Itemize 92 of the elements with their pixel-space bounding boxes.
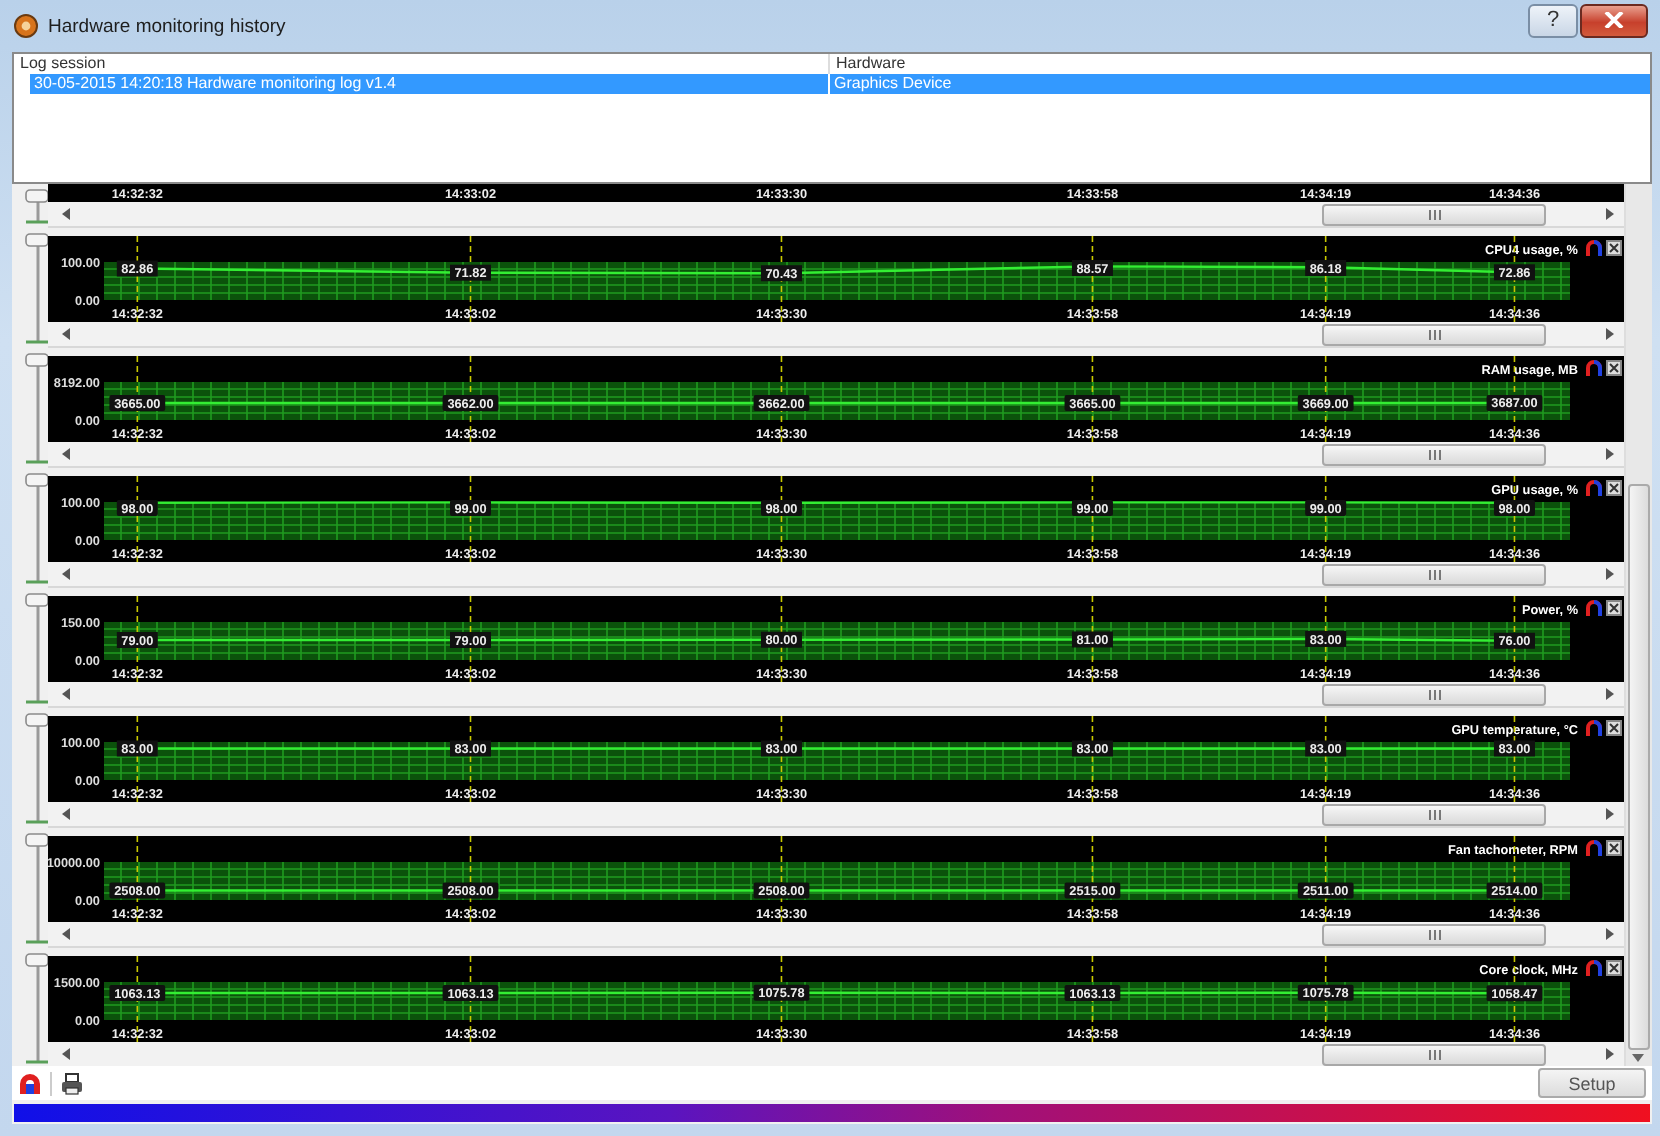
scroll-thumb[interactable] <box>1322 923 1546 945</box>
grid-line <box>469 956 472 1042</box>
vertical-scrollbar[interactable] <box>1624 184 1652 1066</box>
grip-icon <box>1427 329 1441 339</box>
grid-line <box>469 836 472 922</box>
grid-line <box>1513 236 1516 322</box>
grid-line <box>1091 236 1094 322</box>
grid-line <box>780 716 783 802</box>
horizontal-scrollbar[interactable] <box>48 442 1624 468</box>
grid-line <box>136 236 139 322</box>
grid-line <box>1091 836 1094 922</box>
horizontal-scrollbar[interactable] <box>48 802 1624 828</box>
magnet-icon[interactable] <box>18 1071 42 1095</box>
scroll-thumb[interactable] <box>1322 323 1546 345</box>
close-button[interactable] <box>1580 3 1648 37</box>
grid-line <box>1513 596 1516 682</box>
grip-icon <box>1427 1049 1441 1059</box>
magnet-icon[interactable] <box>1586 240 1602 256</box>
grid-line <box>1513 716 1516 802</box>
grid-line <box>780 356 783 442</box>
grid-line <box>1091 956 1094 1042</box>
close-icon[interactable] <box>1606 240 1622 256</box>
grid-line <box>136 836 139 922</box>
column-header[interactable]: Hardware <box>830 54 1650 74</box>
grip-icon <box>1427 809 1441 819</box>
grid-line <box>1324 836 1327 922</box>
scroll-thumb[interactable] <box>1322 1043 1546 1065</box>
grid-line <box>1091 476 1094 562</box>
magnet-icon[interactable] <box>1586 360 1602 376</box>
magnet-icon[interactable] <box>1586 960 1602 976</box>
horizontal-scrollbar[interactable] <box>48 922 1624 948</box>
grip-icon <box>1427 569 1441 579</box>
grid-line <box>469 236 472 322</box>
horizontal-scrollbar[interactable] <box>48 322 1624 348</box>
grid-line <box>780 956 783 1042</box>
grid-line <box>1513 476 1516 562</box>
grip-icon <box>1427 929 1441 939</box>
close-icon[interactable] <box>1606 840 1622 856</box>
window-title: Hardware monitoring history <box>48 15 288 37</box>
grid-line <box>469 596 472 682</box>
grid-line <box>1513 356 1516 442</box>
grid-line <box>136 596 139 682</box>
setup-button[interactable]: Setup <box>1538 1068 1646 1098</box>
magnet-icon[interactable] <box>1586 600 1602 616</box>
grid-line <box>469 356 472 442</box>
grid-line <box>136 356 139 442</box>
magnet-icon[interactable] <box>1586 480 1602 496</box>
grid-line <box>1091 596 1094 682</box>
grid-line <box>136 476 139 562</box>
grid-line <box>1324 716 1327 802</box>
close-icon[interactable] <box>1606 480 1622 496</box>
horizontal-scrollbar[interactable] <box>48 682 1624 708</box>
grid-line <box>1324 356 1327 442</box>
close-icon <box>1604 12 1624 28</box>
grid-line <box>1324 956 1327 1042</box>
scroll-thumb[interactable] <box>1322 563 1546 585</box>
close-icon[interactable] <box>1606 720 1622 736</box>
grid-line <box>1324 476 1327 562</box>
grid-line <box>1091 716 1094 802</box>
magnet-icon[interactable] <box>1586 840 1602 856</box>
table-cell-text: Graphics Device <box>832 74 954 94</box>
grid-line <box>136 716 139 802</box>
grid-line <box>136 956 139 1042</box>
grid-line <box>1324 236 1327 322</box>
app-icon <box>14 14 38 38</box>
close-icon[interactable] <box>1606 360 1622 376</box>
scroll-thumb[interactable] <box>1322 203 1546 225</box>
scroll-thumb[interactable] <box>1322 443 1546 465</box>
grid-line <box>1513 956 1516 1042</box>
grip-icon <box>1427 209 1441 219</box>
grid-line <box>780 236 783 322</box>
horizontal-scrollbar[interactable] <box>48 202 1624 228</box>
grid-line <box>469 476 472 562</box>
grid-line <box>780 836 783 922</box>
grip-icon <box>1427 449 1441 459</box>
grid-line <box>469 716 472 802</box>
grid-line <box>780 596 783 682</box>
help-button[interactable]: ? <box>1528 3 1578 37</box>
grid-line <box>1324 596 1327 682</box>
scroll-thumb[interactable] <box>1322 683 1546 705</box>
grip-icon <box>1427 689 1441 699</box>
horizontal-scrollbar[interactable] <box>48 562 1624 588</box>
close-icon[interactable] <box>1606 600 1622 616</box>
grid-line <box>1513 836 1516 922</box>
close-icon[interactable] <box>1606 960 1622 976</box>
printer-icon[interactable] <box>60 1071 84 1095</box>
table-cell: 30-05-2015 14:20:18 Hardware monitoring log v1.4 <box>30 74 830 94</box>
scroll-thumb[interactable] <box>1628 484 1650 1050</box>
grid-line <box>780 476 783 562</box>
magnet-icon[interactable] <box>1586 720 1602 736</box>
scroll-thumb[interactable] <box>1322 803 1546 825</box>
grid-line <box>1091 356 1094 442</box>
